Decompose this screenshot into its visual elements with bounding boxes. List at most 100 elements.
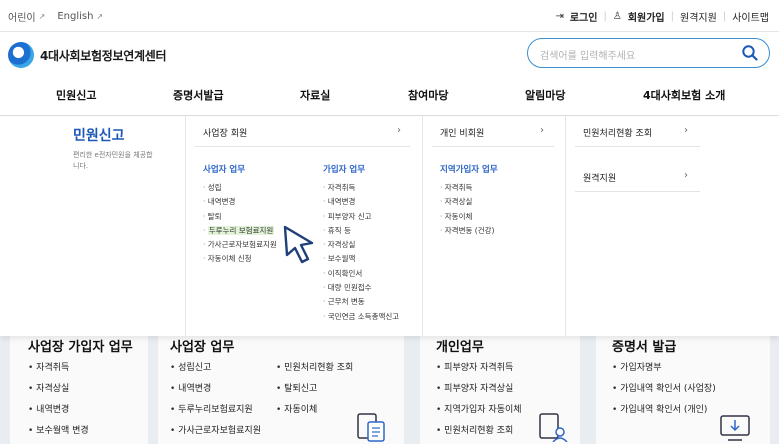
card-title: 증명서 발급 [612, 340, 677, 355]
english-label: English [57, 11, 94, 22]
menu-item-label: 휴직 등 [327, 225, 351, 235]
nav-item-about[interactable]: 4대사회보험 소개 [643, 87, 725, 103]
nav-item-participation[interactable]: 참여마당 [408, 87, 448, 103]
card-title: 개인업무 [436, 340, 484, 355]
chevron-right-icon: › [684, 125, 688, 136]
login-link[interactable]: 로그인 [570, 9, 598, 24]
logo-mark-icon [8, 42, 34, 68]
remote-support-link[interactable]: 원격지원 [680, 9, 717, 24]
menu-remote-support[interactable]: 원격지원 [583, 171, 616, 184]
menu-item[interactable]: 탈퇴 [203, 210, 277, 224]
search-input[interactable]: 검색어를 입력해주세요 [540, 47, 635, 62]
list-item[interactable]: 보수월액 변경 [28, 421, 89, 442]
menu-item[interactable]: 자동이체 신청 [203, 252, 277, 266]
menu-item[interactable]: 피부양자 신고 [323, 210, 399, 224]
menu-item[interactable]: 근무처 변동 [323, 295, 399, 309]
menu-item[interactable]: 국민연금 소득총액신고 [323, 310, 399, 324]
signup-link[interactable]: 회원가입 [628, 9, 665, 24]
card-certificate: 증명서 발급 가입자명부 가입내역 확인서 (사업장) 가입내역 확인서 (개인… [596, 336, 770, 444]
menu-item[interactable]: 이직확인서 [323, 267, 399, 281]
menu-item-label: 자격취득 [444, 183, 473, 192]
list-item[interactable]: 가입자명부 [612, 358, 716, 379]
kids-label: 어린이 [8, 13, 36, 24]
menu-item[interactable]: 내역변경 [323, 195, 399, 209]
menu-complaint-status[interactable]: 민원처리현황 조회 [583, 126, 652, 139]
logo-text: 4대사회보험정보연계센터 [40, 48, 167, 63]
menu-item[interactable]: 자격취득 [323, 181, 399, 195]
list-item[interactable]: 자격상실 [28, 379, 89, 400]
menu-individual-nonmember[interactable]: 개인 비회원 [440, 126, 484, 139]
menu-item-label: 대량 민원접수 [327, 283, 372, 293]
list-item[interactable]: 지역가입자 자동이체 [436, 400, 521, 421]
menu-item-label: 이직확인서 [327, 268, 363, 278]
list-item[interactable]: 피부양자 자격취득 [436, 358, 522, 379]
person-document-icon [539, 413, 568, 442]
main-nav: 민원신고 증명서발급 자료실 참여마당 알림마당 4대사회보험 소개 [0, 78, 779, 116]
english-link[interactable]: English ↗ [57, 9, 103, 24]
menu-item[interactable]: 자격상실 [323, 238, 399, 252]
list-item[interactable]: 탈퇴신고 [276, 379, 353, 400]
column-divider [565, 116, 566, 336]
list-item[interactable]: 성립신고 [170, 358, 261, 379]
menu-item[interactable]: 자동이체 [440, 210, 494, 224]
list-item[interactable]: 내역변경 [170, 379, 261, 400]
quick-service-section: 사업장 가입자 업무 자격취득 자격상실 내역변경 보수월액 변경 사업장 업무… [0, 336, 779, 444]
menu-item-label: 자동이체 [444, 211, 473, 221]
list-item[interactable]: 가입내역 확인서 (사업장) [612, 379, 716, 400]
regional-subscriber-list: 자격취득 자격상실 자동이체 자격변동 (건강) [440, 181, 495, 238]
card-list: 자격취득 자격상실 내역변경 보수월액 변경 [28, 358, 89, 442]
chevron-right-icon: › [540, 125, 544, 136]
menu-item-label: 내역변경 [327, 197, 356, 207]
list-item[interactable]: 자격취득 [28, 358, 89, 379]
card-personal: 개인업무 피부양자 자격취득 피부양자 자격상실 지역가입자 자동이체 민원처리… [420, 336, 580, 444]
menu-item[interactable]: 자격취득 [440, 181, 494, 195]
menu-item-highlighted[interactable]: 두루누리 보험료지원 [203, 224, 277, 238]
menu-item[interactable]: 가사근로자보험료지원 [203, 238, 277, 252]
list-item[interactable]: 자동이체 [276, 400, 353, 421]
menu-item[interactable]: 보수월액 [323, 252, 399, 266]
menu-item[interactable]: 자격상실 [440, 195, 494, 209]
list-item[interactable]: 민원처리현황 조회 [276, 358, 353, 379]
menu-item[interactable]: 대량 민원접수 [323, 281, 399, 295]
menu-item-label: 자격변동 (건강) [444, 225, 495, 235]
divider: | [722, 11, 727, 22]
monitor-icon [720, 415, 750, 441]
list-item[interactable]: 민원처리현황 조회 [436, 421, 522, 442]
sitemap-link[interactable]: 사이트맵 [732, 9, 769, 24]
mega-menu-complaint: 민원신고 편리한 e전자민원을 체공합니다. 사업장 회원 › 사업자 업무 성… [0, 116, 779, 336]
kids-link[interactable]: 어린이 ↗ [8, 9, 45, 24]
divider: | [670, 11, 674, 22]
search-icon[interactable] [740, 43, 760, 63]
document-icon [357, 413, 385, 442]
menu-item[interactable]: 자격변동 (건강) [440, 224, 495, 238]
user-icon: ♙ [612, 11, 622, 22]
subscriber-tasks-list: 자격취득 내역변경 피부양자 신고 휴직 등 자격상실 보수월액 이직확인서 대… [323, 181, 399, 324]
menu-item-label: 국민연금 소득총액신고 [327, 311, 400, 321]
card-title: 사업장 업무 [170, 340, 235, 355]
menu-item-label: 탈퇴 [207, 211, 222, 221]
menu-item-label: 자격상실 [444, 197, 473, 207]
menu-item-label: 자격상실 [327, 240, 356, 250]
menu-item[interactable]: 성립 [203, 181, 277, 195]
card-list: 민원처리현황 조회 탈퇴신고 자동이체 [276, 358, 353, 421]
menu-item-label: 근무처 변동 [327, 297, 365, 307]
menu-workplace-member[interactable]: 사업장 회원 [203, 126, 247, 139]
mega-menu-description: 편리한 e전자민원을 체공합니다. [73, 151, 153, 170]
card-list: 피부양자 자격취득 피부양자 자격상실 지역가입자 자동이체 민원처리현황 조회 [436, 358, 522, 442]
menu-item[interactable]: 휴직 등 [323, 224, 399, 238]
search-box[interactable]: 검색어를 입력해주세요 [527, 38, 770, 68]
list-item[interactable]: 가사근로자보험료지원 [170, 421, 261, 442]
site-logo[interactable]: 4대사회보험정보연계센터 [8, 42, 167, 68]
nav-item-certificate[interactable]: 증명서발급 [173, 87, 224, 103]
nav-item-complaint[interactable]: 민원신고 [56, 87, 96, 103]
list-item[interactable]: 가입내역 확인서 (개인) [612, 400, 716, 421]
list-item[interactable]: 두루누리보험료지원 [170, 400, 261, 421]
menu-item[interactable]: 내역변경 [203, 195, 277, 209]
menu-item-label: 피부양자 신고 [327, 211, 372, 221]
nav-item-archive[interactable]: 자료실 [300, 87, 330, 103]
menu-item-label: 가사근로자보험료지원 [207, 240, 277, 250]
list-item[interactable]: 피부양자 자격상실 [436, 379, 522, 400]
chevron-right-icon: › [684, 170, 688, 181]
nav-item-notice[interactable]: 알림마당 [525, 87, 565, 103]
list-item[interactable]: 내역변경 [28, 400, 89, 421]
